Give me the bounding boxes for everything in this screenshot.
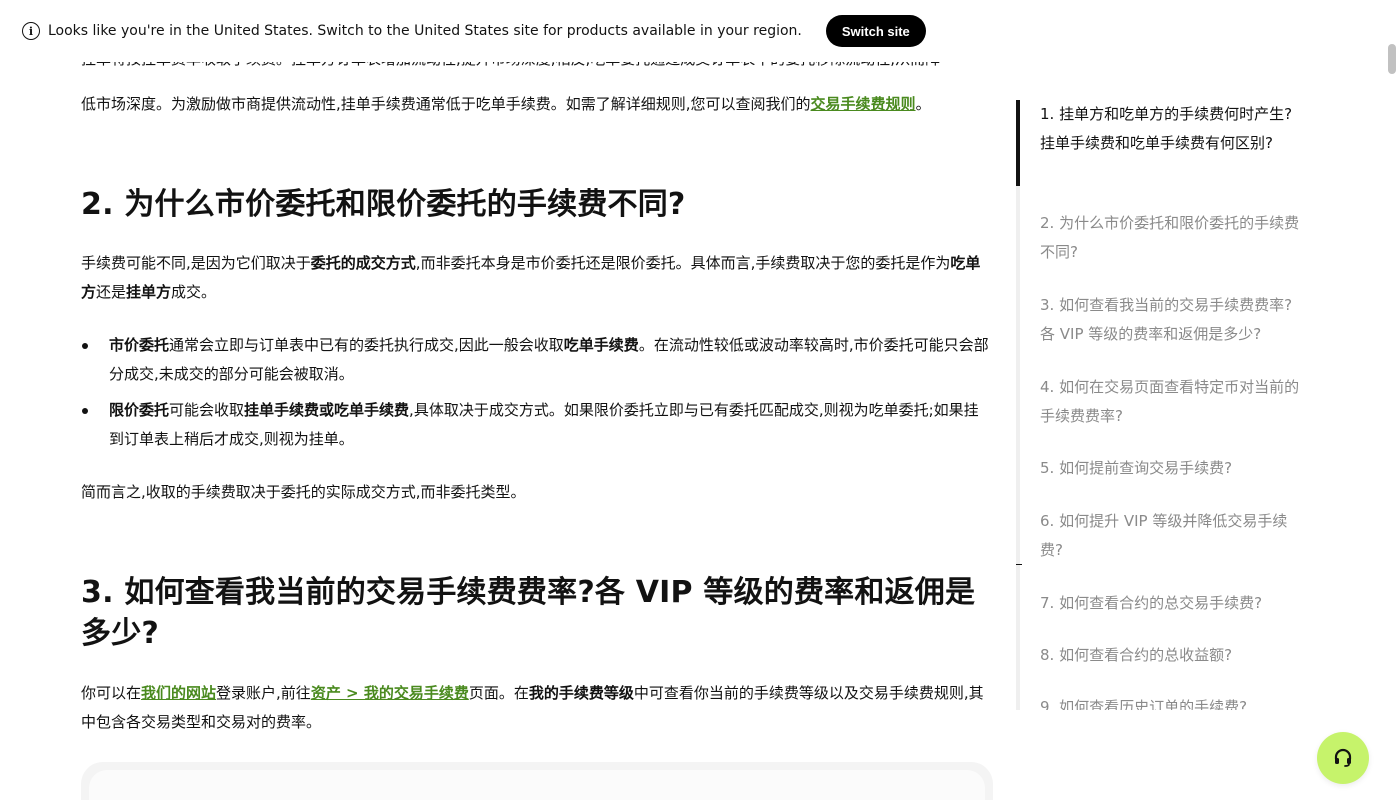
toc-item-4[interactable]: 4. 如何在交易页面查看特定币对当前的手续费费率? xyxy=(1040,373,1302,431)
switch-site-button[interactable]: Switch site xyxy=(825,15,926,47)
fee-screenshot-inner xyxy=(89,770,985,800)
region-banner: i Looks like you're in the United States… xyxy=(0,0,1384,62)
toc-item-7[interactable]: 7. 如何查看合约的总交易手续费? xyxy=(1040,589,1302,618)
toc-item-3[interactable]: 3. 如何查看我当前的交易手续费费率?各 VIP 等级的费率和返佣是多少? xyxy=(1040,291,1302,349)
fee-screenshot-placeholder xyxy=(81,762,993,800)
table-of-contents: 1. 挂单方和吃单方的手续费何时产生?挂单手续费和吃单手续费有何区别? 2. 为… xyxy=(1016,100,1306,710)
toc-divider-tick xyxy=(1016,564,1022,565)
region-message: Looks like you're in the United States. … xyxy=(48,23,802,39)
toc-item-6[interactable]: 6. 如何提升 VIP 等级并降低交易手续费? xyxy=(1040,507,1302,565)
my-trading-fees-link[interactable]: 资产 > 我的交易手续费 xyxy=(311,684,469,702)
toc-item-2[interactable]: 2. 为什么市价委托和限价委托的手续费不同? xyxy=(1040,209,1302,267)
section-2-summary: 简而言之,收取的手续费取决于委托的实际成交方式,而非委托类型。 xyxy=(81,483,526,501)
our-website-link[interactable]: 我们的网站 xyxy=(141,684,216,702)
toc-item-5[interactable]: 5. 如何提前查询交易手续费? xyxy=(1040,454,1302,483)
previous-paragraph-partial: 挂单将按挂单费率收取手续费。挂单方订单表增加流动性,提升市场深度,相反,吃单委托… xyxy=(81,60,993,74)
toc-item-8[interactable]: 8. 如何查看合约的总收益额? xyxy=(1040,641,1302,670)
toc-item-9[interactable]: 9. 如何查看历史订单的手续费? xyxy=(1040,693,1302,710)
section-2-heading: 2. 为什么市价委托和限价委托的手续费不同? xyxy=(81,187,686,222)
scrollbar-thumb[interactable] xyxy=(1388,44,1396,74)
info-icon: i xyxy=(22,22,40,40)
list-item-market-order: 市价委托通常会立即与订单表中已有的委托执行成交,因此一般会收取吃单手续费。在流动… xyxy=(81,331,993,389)
support-chat-button[interactable] xyxy=(1317,732,1369,784)
previous-paragraph-end: 低市场深度。为激励做市商提供流动性,挂单手续费通常低于吃单手续费。如需了解详细规… xyxy=(81,95,931,113)
section-3-paragraph: 你可以在我们的网站登录账户,前往资产 > 我的交易手续费页面。在我的手续费等级中… xyxy=(81,684,984,731)
toc-active-indicator xyxy=(1016,100,1020,186)
section-3-heading: 3. 如何查看我当前的交易手续费费率?各 VIP 等级的费率和返佣是多少? xyxy=(81,575,976,651)
order-type-list: 市价委托通常会立即与订单表中已有的委托执行成交,因此一般会收取吃单手续费。在流动… xyxy=(81,331,993,454)
section-2-intro: 手续费可能不同,是因为它们取决于委托的成交方式,而非委托本身是市价委托还是限价委… xyxy=(81,254,981,301)
page-scrollbar[interactable] xyxy=(1384,0,1400,800)
headset-icon xyxy=(1334,748,1352,767)
toc-item-1[interactable]: 1. 挂单方和吃单方的手续费何时产生?挂单手续费和吃单手续费有何区别? xyxy=(1040,100,1302,158)
toc-rail xyxy=(1016,100,1020,710)
trading-fee-rules-link[interactable]: 交易手续费规则 xyxy=(811,95,916,113)
list-item-limit-order: 限价委托可能会收取挂单手续费或吃单手续费,具体取决于成交方式。如果限价委托立即与… xyxy=(81,396,993,454)
